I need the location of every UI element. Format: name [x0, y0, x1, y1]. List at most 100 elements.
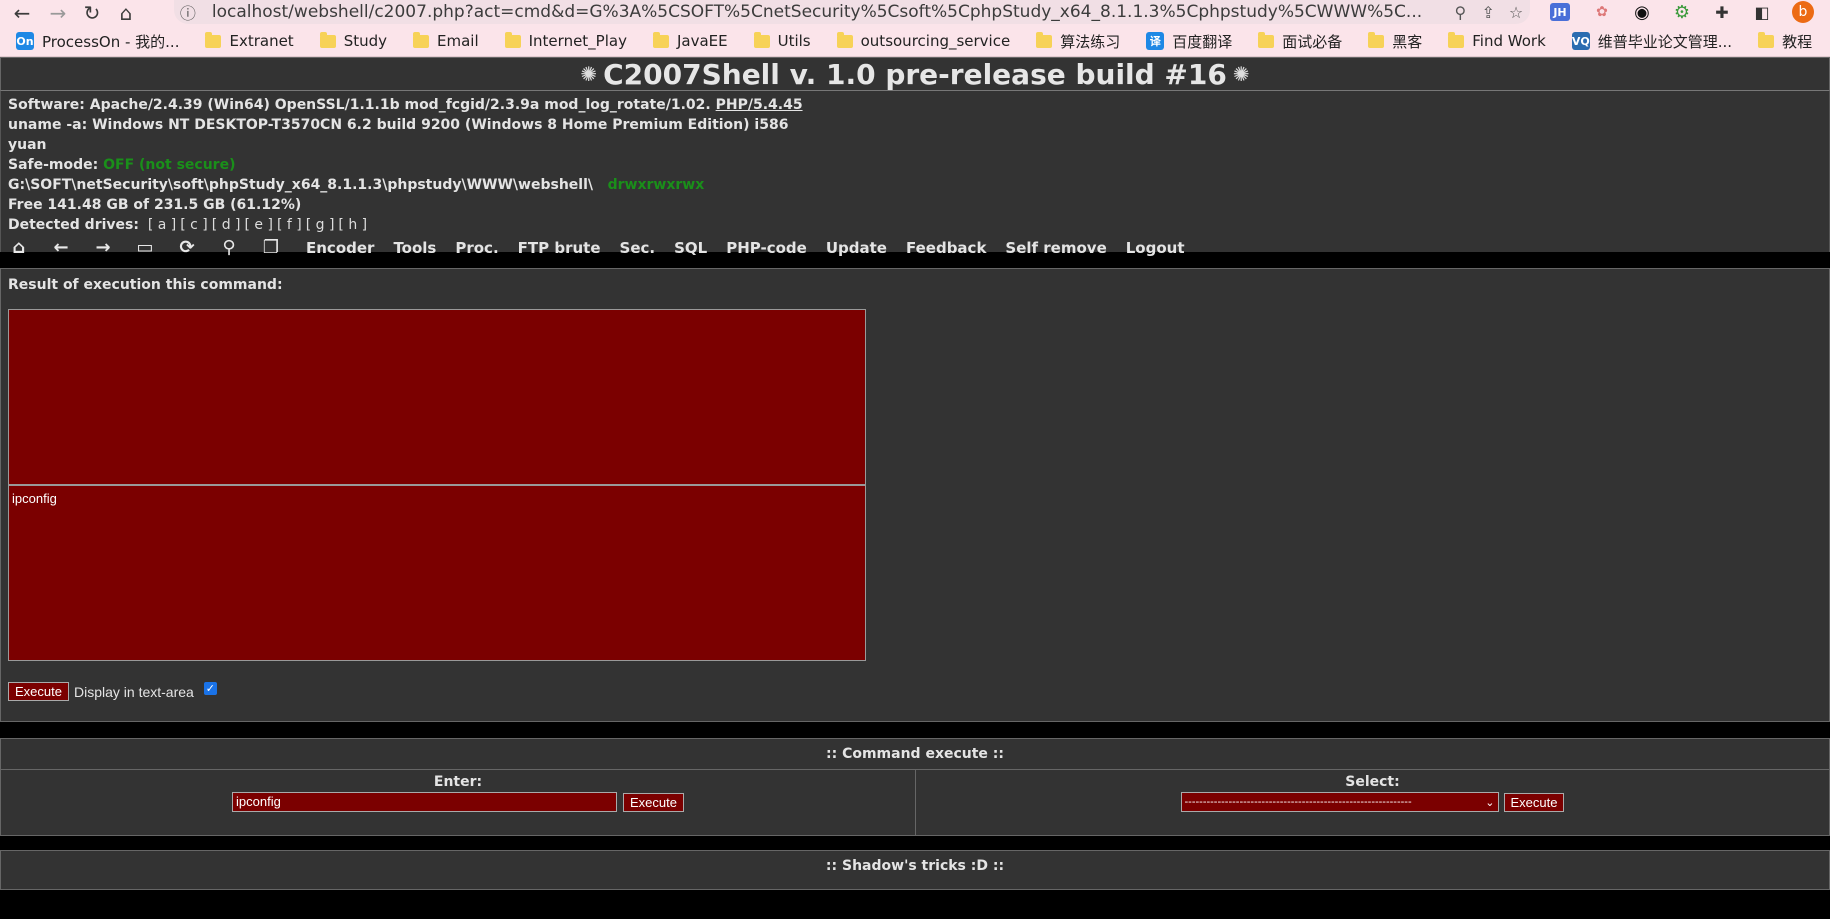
- bookmark-item[interactable]: 算法练习: [1036, 31, 1120, 52]
- bookmark-item[interactable]: Find Work: [1448, 31, 1546, 50]
- address-bar[interactable]: ⓘ localhost/webshell/c2007.php?act=cmd&d…: [174, 0, 1530, 24]
- shell-menu: Encoder Tools Proc. FTP brute Sec. SQL PHP-cod…: [306, 238, 1204, 258]
- spider-icon: ✺: [580, 62, 598, 86]
- browser-toolbar: ← → ↻ ⌂ ⓘ localhost/webshell/c2007.php?a…: [0, 0, 1830, 26]
- menu-link[interactable]: Feedback: [906, 238, 986, 258]
- command-execute-button[interactable]: Execute: [623, 792, 684, 812]
- bookmark-label: Find Work: [1472, 32, 1546, 50]
- menu-link[interactable]: Proc.: [455, 238, 498, 258]
- menu-link[interactable]: Logout: [1126, 238, 1185, 258]
- folder-icon: [504, 31, 521, 48]
- bookmark-label: Study: [343, 32, 387, 50]
- execute-button[interactable]: Execute: [8, 682, 69, 701]
- info-icon[interactable]: ⓘ: [174, 0, 202, 24]
- bookmark-item[interactable]: Study: [319, 31, 387, 50]
- drive-link[interactable]: [ c ]: [180, 217, 208, 233]
- menu-link[interactable]: Self remove: [1005, 238, 1106, 258]
- software-label: Software:: [8, 97, 85, 113]
- reload-icon[interactable]: ↻: [78, 0, 106, 26]
- folder-icon: [1368, 31, 1385, 48]
- menu-link[interactable]: Update: [826, 238, 887, 258]
- select-execute-button[interactable]: Execute: [1503, 792, 1565, 812]
- menu-link[interactable]: Tools: [393, 238, 436, 258]
- bookmark-label: 黑客: [1392, 32, 1423, 51]
- bookmark-item[interactable]: 黑客: [1368, 31, 1422, 52]
- drive-link[interactable]: [ g ]: [306, 217, 335, 233]
- buffer-icon[interactable]: ❐: [260, 237, 282, 259]
- folder-icon: [1036, 31, 1053, 48]
- drive-link[interactable]: [ d ]: [212, 217, 241, 233]
- gear-extension-icon[interactable]: ⚙: [1670, 1, 1694, 23]
- folder-icon: [205, 31, 222, 48]
- bookmark-site-icon: VQ: [1571, 32, 1590, 50]
- menu-link[interactable]: Encoder: [306, 238, 374, 258]
- bookmark-item[interactable]: Utils: [753, 31, 811, 50]
- puzzle-icon[interactable]: ✚: [1710, 1, 1734, 23]
- home-icon[interactable]: ⌂: [8, 237, 30, 259]
- bookmark-label: Extranet: [229, 32, 294, 50]
- bookmark-item[interactable]: 面试必备: [1258, 31, 1342, 52]
- command-execute-panel: :: Command execute :: Enter: ipconfig Ex…: [0, 738, 1830, 836]
- cwd-path[interactable]: G:\SOFT\netSecurity\soft\phpStudy_x64_8.…: [8, 177, 593, 193]
- bookmark-item[interactable]: VQ 维普毕业论文管理...: [1571, 31, 1732, 52]
- menu-link[interactable]: SQL: [674, 238, 707, 258]
- bookmark-item[interactable]: On ProcessOn - 我的...: [16, 31, 179, 52]
- php-version-link[interactable]: PHP/5.4.45: [716, 97, 803, 113]
- display-textarea-checkbox[interactable]: ✓: [203, 682, 217, 695]
- search-icon[interactable]: ⚲: [218, 237, 240, 259]
- enter-column: Enter: ipconfig Execute: [1, 770, 915, 836]
- zoom-icon[interactable]: ⚲: [1446, 3, 1474, 22]
- bookmark-item[interactable]: JavaEE: [652, 31, 728, 50]
- drive-link[interactable]: [ f ]: [277, 217, 302, 233]
- uname-value: Windows NT DESKTOP-T3570CN 6.2 build 920…: [92, 117, 789, 133]
- bookmark-item[interactable]: 译百度翻译: [1146, 31, 1232, 52]
- drives-list: [ a ][ c ][ d ][ e ][ f ][ g ][ h ]: [144, 217, 367, 233]
- bookmark-label: outsourcing_service: [860, 32, 1011, 50]
- bookmark-label: Email: [437, 32, 479, 50]
- refresh-icon[interactable]: ⟳: [176, 237, 198, 259]
- bookmark-item[interactable]: outsourcing_service: [836, 31, 1011, 50]
- drive-link[interactable]: [ h ]: [338, 217, 367, 233]
- enter-label: Enter:: [433, 774, 483, 790]
- software-value: Apache/2.4.39 (Win64) OpenSSL/1.1.1b mod…: [89, 97, 711, 113]
- drive-link[interactable]: [ a ]: [148, 217, 176, 233]
- jh-extension-icon[interactable]: JH: [1550, 3, 1570, 21]
- forward-arrow-icon[interactable]: →: [92, 237, 114, 259]
- bookmark-item[interactable]: Extranet: [205, 31, 294, 50]
- select-column: Select: --------------------------------…: [915, 770, 1829, 836]
- folder-icon: [1258, 31, 1275, 48]
- drive-link[interactable]: [ e ]: [245, 217, 273, 233]
- cwd-perms: drwxrwxrwx: [607, 177, 705, 193]
- safemode-value: OFF (not secure): [103, 157, 236, 173]
- bookmark-label: ProcessOn - 我的...: [42, 32, 180, 51]
- safemode-label: Safe-mode:: [8, 157, 99, 173]
- bookmark-item[interactable]: 教程: [1758, 31, 1812, 52]
- menu-link[interactable]: PHP-code: [726, 238, 807, 258]
- sidebar-icon[interactable]: ◧: [1750, 1, 1774, 23]
- extension-icon[interactable]: ✿: [1590, 1, 1614, 23]
- folder-icon: [753, 31, 770, 48]
- menu-link[interactable]: FTP brute: [518, 238, 601, 258]
- bookmark-item[interactable]: Internet_Play: [504, 31, 627, 50]
- url-text[interactable]: localhost/webshell/c2007.php?act=cmd&d=G…: [212, 2, 1447, 22]
- bookmark-star-icon[interactable]: ☆: [1502, 3, 1530, 22]
- command-textarea[interactable]: ipconfig: [8, 485, 866, 661]
- circle-extension-icon[interactable]: ◉: [1630, 1, 1654, 23]
- drives-label: Detected drives:: [8, 217, 139, 233]
- chevron-down-icon: ⌄: [1485, 796, 1495, 809]
- home-icon[interactable]: ⌂: [112, 0, 140, 26]
- profile-avatar[interactable]: b: [1792, 1, 1814, 23]
- forward-icon[interactable]: →: [44, 0, 72, 26]
- share-icon[interactable]: ⇪: [1474, 3, 1502, 22]
- menu-link[interactable]: Sec.: [620, 238, 656, 258]
- command-input[interactable]: ipconfig: [232, 792, 617, 812]
- cwd-line: G:\SOFT\netSecurity\soft\phpStudy_x64_8.…: [8, 175, 1822, 195]
- folder-up-icon[interactable]: ▭: [134, 237, 156, 259]
- command-select[interactable]: ----------------------------------------…: [1180, 792, 1499, 812]
- safemode-line: Safe-mode: OFF (not secure): [8, 155, 1822, 175]
- back-icon[interactable]: ←: [8, 0, 36, 26]
- user-line: yuan: [8, 137, 47, 153]
- bookmark-item[interactable]: Email: [413, 31, 479, 50]
- result-output-textarea[interactable]: [8, 309, 866, 485]
- back-arrow-icon[interactable]: ←: [50, 237, 72, 259]
